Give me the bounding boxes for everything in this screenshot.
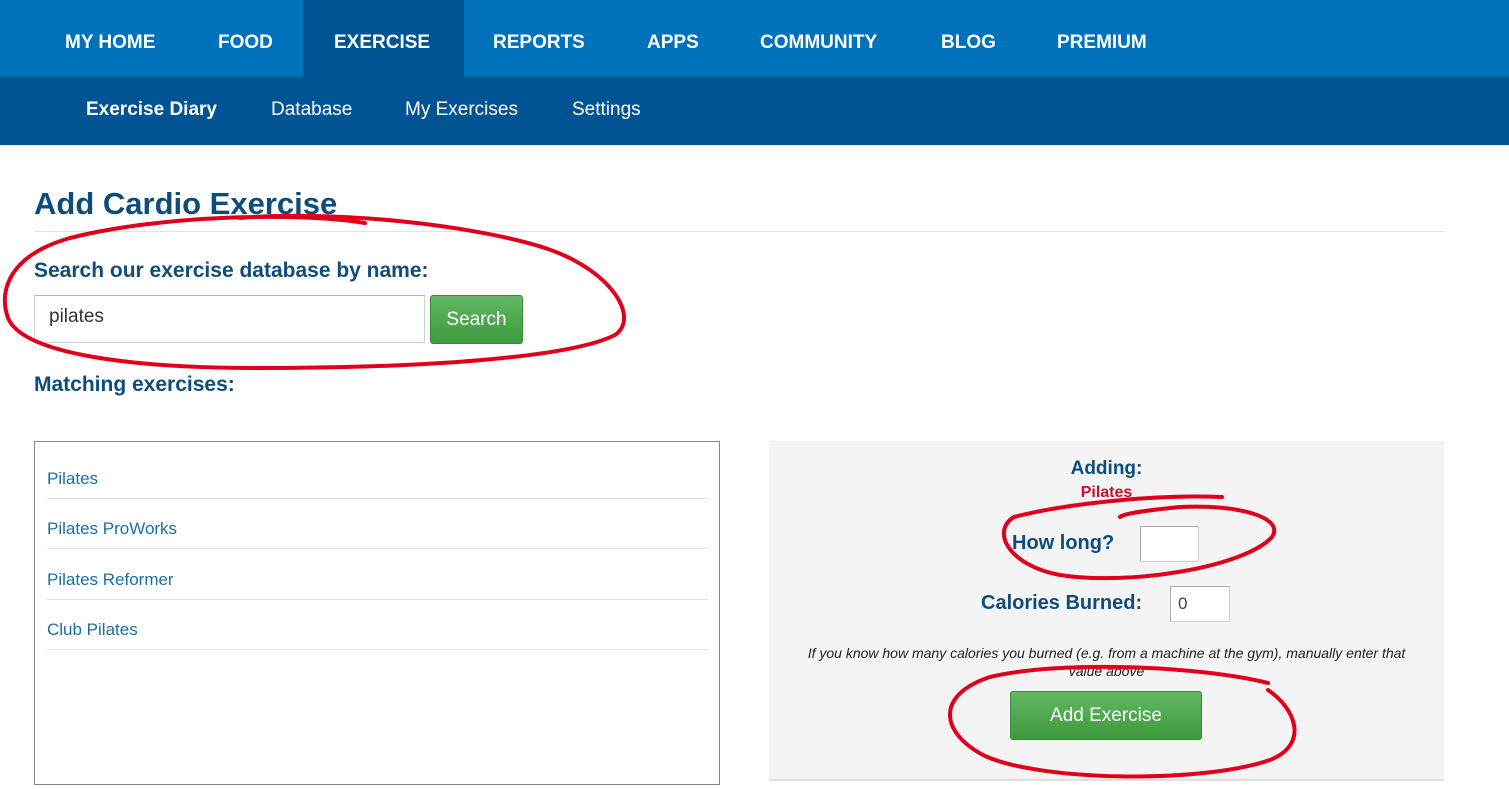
exercise-link[interactable]: Club Pilates: [47, 620, 138, 640]
subnav-my-exercises[interactable]: My Exercises: [405, 77, 518, 145]
nav-my-home[interactable]: MY HOME: [34, 0, 186, 77]
add-exercise-button[interactable]: Add Exercise: [1010, 691, 1202, 740]
search-label: Search our exercise database by name:: [34, 259, 429, 282]
top-nav: MY HOME FOOD EXERCISE REPORTS APPS COMMU…: [0, 0, 1509, 77]
page-title: Add Cardio Exercise: [34, 186, 338, 221]
search-button[interactable]: Search: [430, 295, 523, 344]
exercise-link[interactable]: Pilates: [47, 469, 98, 489]
matching-exercises-label: Matching exercises:: [34, 373, 235, 396]
add-exercise-panel: Adding: Pilates How long? Calories Burne…: [769, 441, 1444, 781]
selected-exercise-name: Pilates: [1080, 484, 1133, 501]
annotation-circle-search: [2, 213, 627, 371]
calories-burned-input[interactable]: [1170, 586, 1230, 622]
matching-exercises-list[interactable]: Pilates Pilates ProWorks Pilates Reforme…: [34, 441, 720, 785]
nav-apps[interactable]: APPS: [616, 0, 730, 77]
title-divider: [34, 231, 1444, 232]
adding-label: Adding:: [1070, 458, 1143, 479]
sub-nav: Exercise Diary Database My Exercises Set…: [0, 77, 1509, 145]
list-item[interactable]: Club Pilates: [47, 600, 708, 650]
subnav-database[interactable]: Database: [271, 77, 352, 145]
how-long-input[interactable]: [1140, 526, 1199, 562]
calories-hint: If you know how many calories you burned…: [807, 645, 1406, 679]
nav-blog[interactable]: BLOG: [910, 0, 1027, 77]
nav-community[interactable]: COMMUNITY: [729, 0, 908, 77]
subnav-settings[interactable]: Settings: [572, 77, 641, 145]
calories-burned-label: Calories Burned:: [981, 592, 1143, 614]
nav-exercise[interactable]: EXERCISE: [303, 0, 464, 77]
list-item[interactable]: Pilates: [47, 449, 708, 499]
exercise-link[interactable]: Pilates Reformer: [47, 570, 174, 590]
list-item[interactable]: Pilates Reformer: [47, 550, 708, 600]
how-long-label: How long?: [1012, 532, 1115, 554]
nav-reports[interactable]: REPORTS: [462, 0, 616, 77]
list-item[interactable]: Pilates ProWorks: [47, 499, 708, 549]
subnav-exercise-diary[interactable]: Exercise Diary: [86, 77, 217, 145]
nav-food[interactable]: FOOD: [187, 0, 304, 77]
nav-premium[interactable]: PREMIUM: [1026, 0, 1178, 77]
search-input[interactable]: [34, 295, 425, 343]
exercise-link[interactable]: Pilates ProWorks: [47, 519, 177, 539]
